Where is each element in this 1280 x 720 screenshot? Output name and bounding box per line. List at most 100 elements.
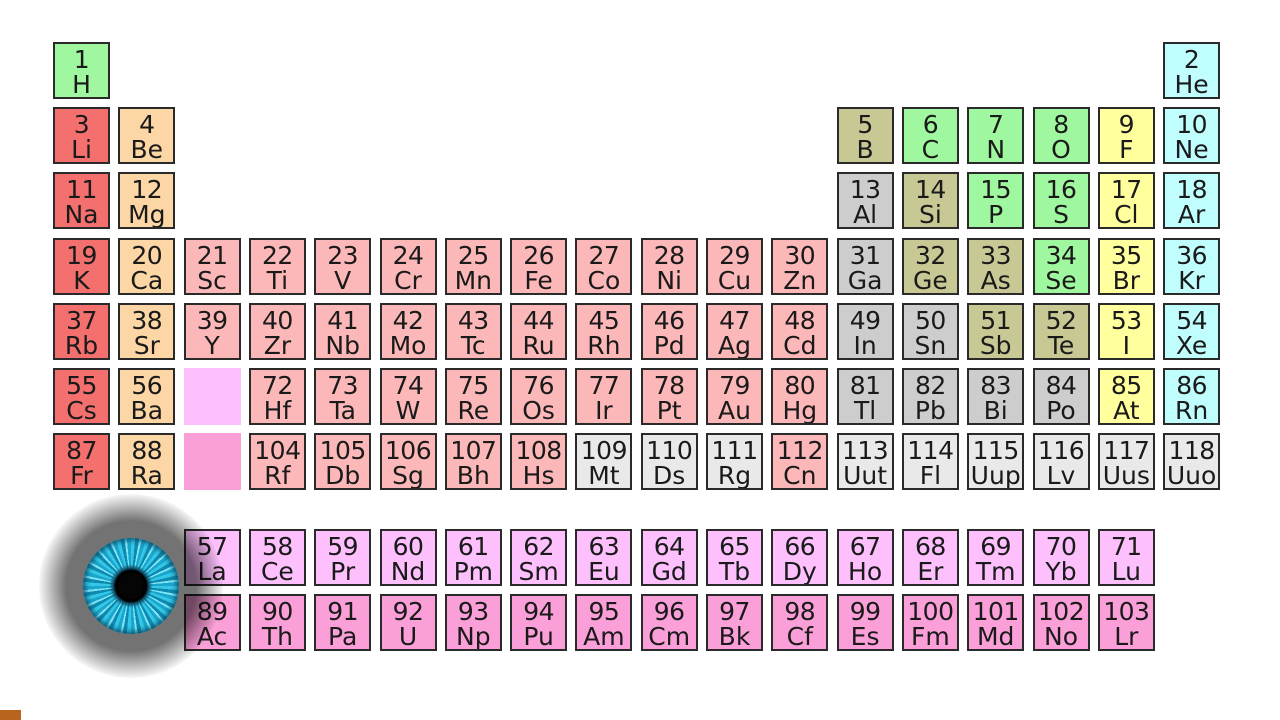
element-symbol: Bk — [718, 622, 751, 651]
element-cell-pb: 82 Pb — [901, 368, 959, 425]
element-cell-cu: 29 Cu — [706, 237, 763, 295]
element-cell-zn: 30 Zn — [771, 237, 829, 295]
element-symbol: B — [856, 135, 874, 165]
atomic-number: 88 — [131, 436, 163, 466]
atomic-number: 44 — [523, 305, 554, 335]
element-symbol: W — [395, 396, 421, 425]
element-cell-at: 85 At — [1097, 368, 1155, 425]
atomic-number: 63 — [588, 532, 620, 561]
element-symbol: No — [1044, 622, 1078, 651]
element-symbol: Br — [1112, 265, 1141, 295]
element-symbol: N — [986, 135, 1006, 165]
atomic-number: 35 — [1110, 240, 1142, 270]
element-cell-bh: 107 Bh — [444, 433, 502, 491]
atomic-number: 70 — [1045, 532, 1077, 561]
element-symbol: Mg — [128, 200, 166, 230]
element-symbol: Nd — [390, 557, 426, 586]
element-symbol: Am — [583, 622, 625, 651]
element-symbol: Rn — [1174, 396, 1209, 425]
element-symbol: V — [334, 265, 352, 295]
atomic-number: 109 — [580, 436, 628, 466]
atomic-number: 18 — [1176, 175, 1207, 205]
element-cell-cm: 96 Cm — [640, 594, 698, 651]
element-symbol: Cn — [783, 461, 817, 491]
element-symbol: Uuo — [1166, 461, 1217, 491]
element-cell-ta: 73 Ta — [314, 368, 372, 425]
atomic-number: 12 — [131, 175, 163, 205]
atomic-number: 76 — [523, 371, 554, 400]
element-cell-b: 5B — [836, 107, 894, 165]
element-cell-ra: 88 Ra — [118, 433, 176, 491]
element-symbol: Sm — [518, 557, 559, 586]
element-symbol: Pa — [328, 622, 358, 651]
element-symbol: Y — [204, 330, 220, 360]
atomic-number: 102 — [1037, 597, 1085, 626]
atomic-number: 105 — [319, 436, 367, 466]
element-cell-i: 53 I — [1097, 302, 1155, 360]
atomic-number: 55 — [66, 371, 97, 400]
element-symbol: Lv — [1046, 461, 1076, 491]
element-symbol: Cr — [394, 265, 422, 295]
element-symbol: Sr — [133, 330, 160, 360]
element-symbol: Tc — [460, 330, 486, 360]
element-cell-tb: 65 Tb — [706, 529, 763, 586]
atomic-number: 48 — [784, 305, 816, 335]
atomic-number: 51 — [980, 305, 1012, 335]
element-symbol: H — [72, 70, 91, 99]
element-symbol: Pd — [653, 330, 685, 360]
element-cell-po: 84 Po — [1032, 368, 1090, 425]
element-symbol: S — [1053, 200, 1069, 230]
element-cell-sg: 106 Sg — [379, 433, 437, 491]
element-cell-md: 101 Md — [967, 594, 1025, 651]
element-cell-k: 19 K — [53, 237, 110, 295]
element-symbol: Gd — [651, 557, 687, 586]
element-symbol: Lu — [1111, 557, 1141, 586]
element-cell-w: 74 W — [379, 368, 437, 425]
atomic-number: 62 — [523, 532, 554, 561]
element-symbol: Xe — [1175, 330, 1208, 360]
element-symbol: Rf — [264, 461, 291, 491]
atomic-number: 72 — [261, 371, 293, 400]
element-cell-cf: 98 Cf — [771, 594, 829, 651]
atomic-number: 52 — [1045, 305, 1077, 335]
element-cell-rh: 45 Rh — [575, 302, 633, 360]
element-symbol: Mt — [588, 461, 620, 491]
atomic-number: 82 — [914, 371, 946, 400]
element-cell-pa: 91 Pa — [314, 594, 372, 651]
element-cell-bi: 83 Bi — [967, 368, 1025, 425]
element-cell-db: 105 Db — [314, 433, 372, 491]
element-cell-p: 15 P — [967, 172, 1025, 230]
atomic-number: 21 — [196, 240, 228, 270]
element-symbol: Uus — [1102, 461, 1150, 491]
atomic-number: 32 — [914, 240, 946, 270]
element-cell-es: 99 Es — [836, 594, 894, 651]
element-cell-rf: 104 Rf — [248, 433, 306, 491]
atomic-number: 117 — [1103, 436, 1150, 466]
element-cell-uup: 115 Uup — [967, 433, 1025, 491]
element-cell-se: 34 Se — [1032, 237, 1090, 295]
atomic-number: 112 — [776, 436, 824, 466]
atomic-number: 49 — [849, 305, 881, 335]
element-symbol: K — [73, 265, 90, 295]
element-cell-os: 76 Os — [510, 368, 568, 425]
atomic-number: 108 — [515, 436, 562, 466]
element-cell-uus: 117 Uus — [1097, 433, 1155, 491]
element-cell-sm: 62 Sm — [510, 529, 568, 586]
element-cell-si: 14 Si — [901, 172, 959, 230]
element-cell-pd: 46 Pd — [640, 302, 698, 360]
element-symbol: Ir — [595, 396, 613, 425]
atomic-number: 9 — [1118, 110, 1135, 140]
element-symbol: Hg — [782, 396, 818, 425]
element-cell-as: 33 As — [967, 237, 1025, 295]
element-cell-zr: 40 Zr — [248, 302, 306, 360]
atomic-number: 90 — [261, 597, 293, 626]
element-symbol: Cd — [783, 330, 817, 360]
element-symbol: Ru — [522, 330, 555, 360]
element-cell-u: 92 U — [379, 594, 437, 651]
element-symbol: Uut — [843, 461, 888, 491]
atomic-number: 83 — [980, 371, 1012, 400]
atomic-number: 10 — [1176, 110, 1207, 140]
element-cell-eu: 63 Eu — [575, 529, 633, 586]
element-symbol: Er — [917, 557, 944, 586]
element-cell-lu: 71 Lu — [1097, 529, 1155, 586]
